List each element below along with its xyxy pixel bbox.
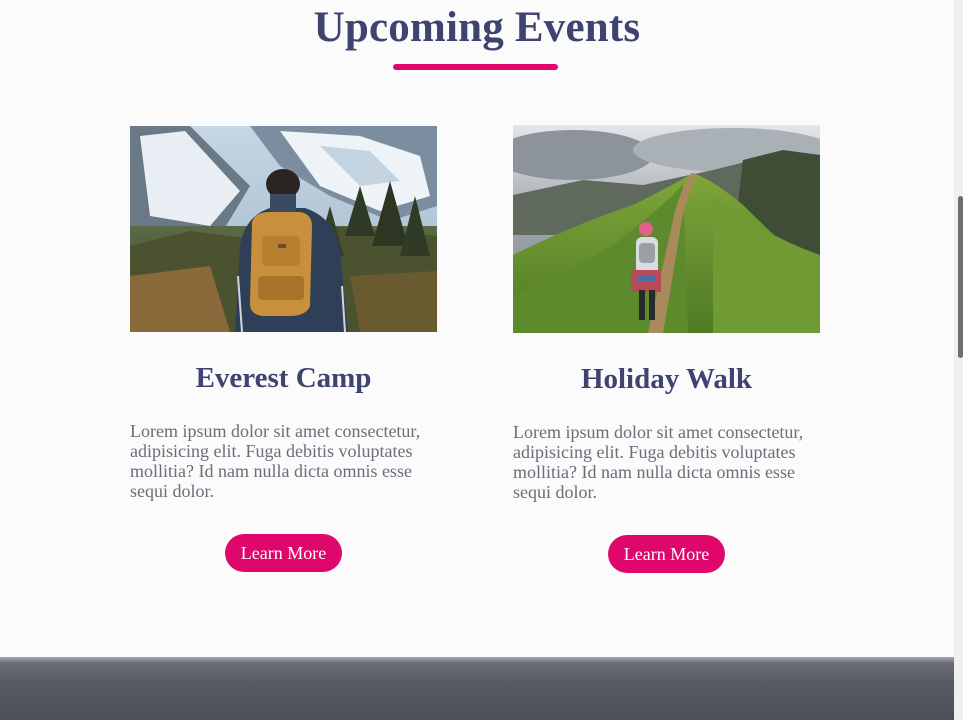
event-title: Holiday Walk [580,363,753,395]
event-description: Lorem ipsum dolor sit amet consectetur, … [130,421,421,501]
event-card-everest: Everest Camp Lorem ipsum dolor sit amet … [130,126,437,572]
event-description: Lorem ipsum dolor sit amet consectetur, … [513,422,804,502]
learn-more-button[interactable]: Learn More [607,535,726,573]
section-title: Upcoming Events [313,4,641,51]
hiker-mountain-photo [130,126,437,332]
learn-more-button[interactable]: Learn More [224,534,343,572]
page: Upcoming Events Everest Camp Lorem ipsum… [0,0,963,720]
next-section-banner [0,657,954,720]
scrollbar-thumb[interactable] [958,196,963,358]
event-title: Everest Camp [195,362,372,394]
title-underline [393,64,558,70]
event-card-holiday-walk: Holiday Walk Lorem ipsum dolor sit amet … [513,125,820,573]
hill-trail-photo [513,125,820,333]
scrollbar-track[interactable] [954,0,963,720]
